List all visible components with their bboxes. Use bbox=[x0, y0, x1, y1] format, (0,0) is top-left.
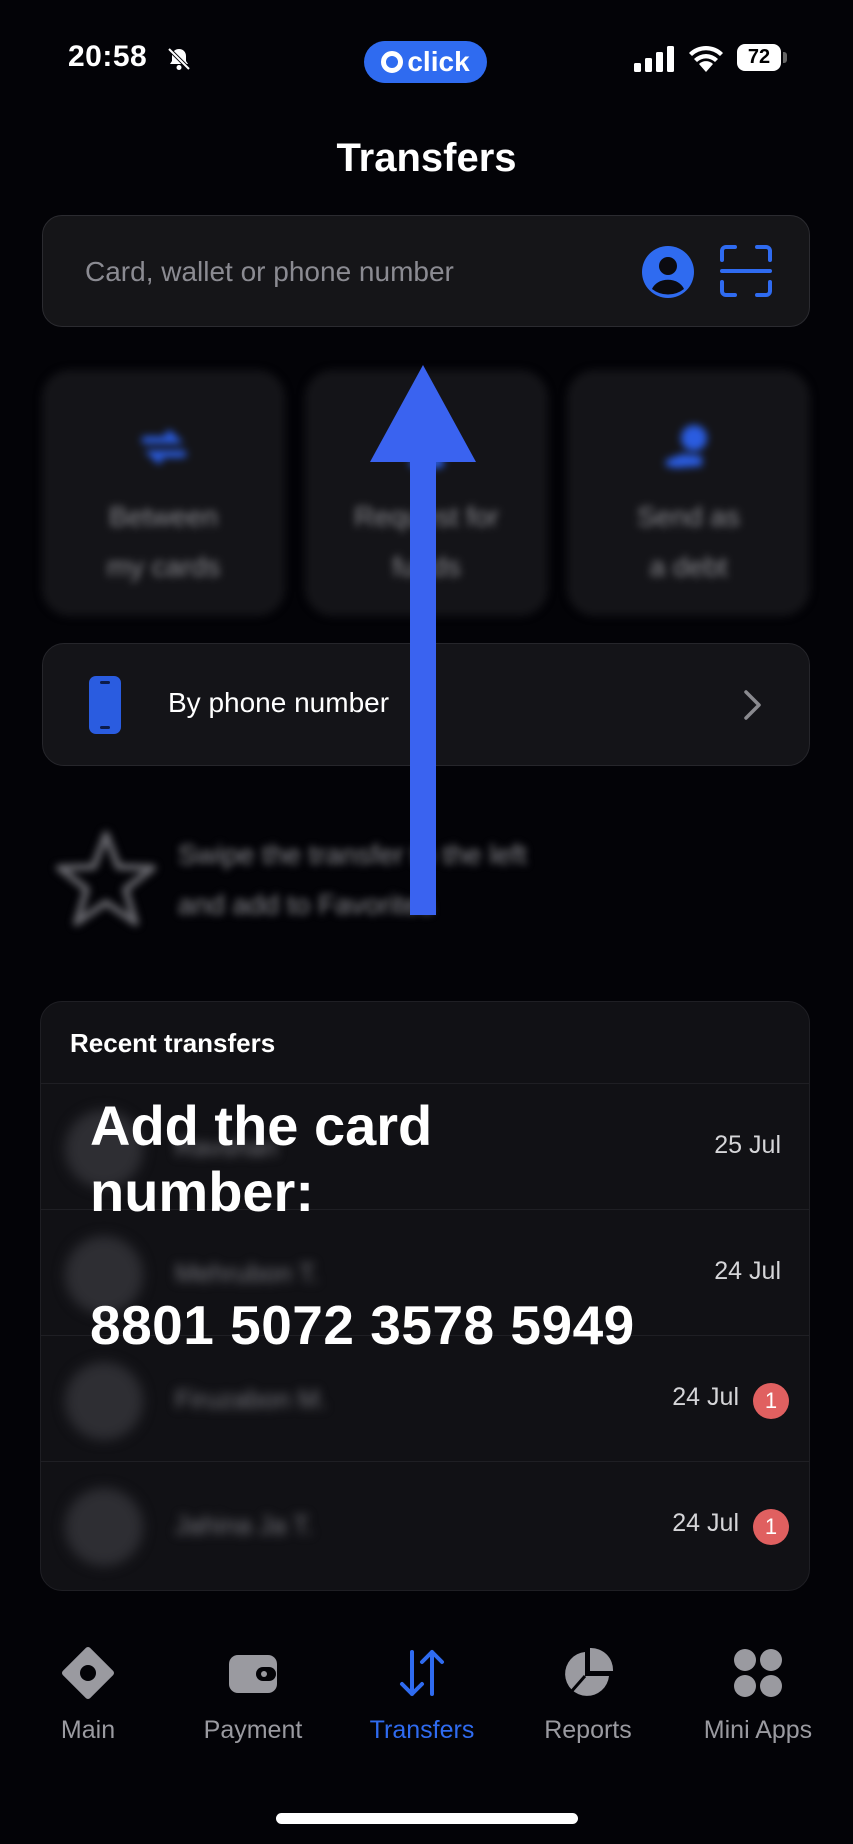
tab-label: Transfers bbox=[369, 1716, 475, 1744]
pie-chart-icon bbox=[565, 1647, 614, 1696]
tab-label: Reports bbox=[544, 1716, 632, 1744]
tab-label: Payment bbox=[203, 1716, 303, 1744]
search-input[interactable] bbox=[85, 252, 645, 292]
wifi-icon bbox=[689, 45, 723, 72]
tile-between-my-cards[interactable]: Between my cards bbox=[42, 370, 285, 616]
battery-icon: 72 bbox=[737, 44, 781, 71]
contact-icon[interactable] bbox=[641, 245, 695, 299]
tile-label: Send as a debt bbox=[637, 501, 740, 582]
tab-label: Mini Apps bbox=[703, 1716, 813, 1744]
tab-payment[interactable]: Payment bbox=[173, 1630, 333, 1750]
overlay-instruction: Add the card number: bbox=[90, 1094, 433, 1223]
transfers-icon bbox=[400, 1650, 444, 1696]
recent-transfers-title: Recent transfers bbox=[70, 1028, 276, 1058]
transfer-date: 24 Jul bbox=[714, 1257, 781, 1285]
recipient-name: Jahina Ja T. bbox=[175, 1510, 314, 1540]
grid-icon bbox=[734, 1649, 782, 1697]
favorites-hint: Swipe the transfer to the left and add t… bbox=[50, 820, 610, 940]
click-app-pill[interactable]: click bbox=[364, 41, 487, 83]
bell-slash-icon bbox=[167, 47, 191, 71]
page-title: Transfers bbox=[336, 136, 517, 180]
tile-send-as-debt[interactable]: Send as a debt bbox=[567, 370, 810, 616]
avatar bbox=[65, 1488, 143, 1566]
star-icon bbox=[56, 831, 156, 926]
search-box[interactable] bbox=[42, 215, 810, 327]
status-bar: 20:58 click 72 bbox=[0, 0, 853, 120]
click-pill-label: click bbox=[407, 46, 470, 77]
tile-label: Between my cards bbox=[106, 501, 221, 582]
tab-main[interactable]: Main bbox=[8, 1630, 168, 1750]
battery-tip bbox=[783, 52, 787, 63]
by-phone-number-label: By phone number bbox=[168, 687, 390, 718]
recipient-name: Firuzabon M. bbox=[175, 1384, 327, 1414]
debt-icon bbox=[665, 425, 707, 468]
transfer-date: 24 Jul bbox=[672, 1509, 739, 1537]
chevron-right-icon bbox=[744, 690, 761, 720]
notification-badge: 1 bbox=[753, 1509, 789, 1545]
phone-icon bbox=[89, 676, 121, 734]
battery-level: 72 bbox=[747, 46, 771, 68]
tab-label: Main bbox=[60, 1716, 116, 1744]
main-icon bbox=[62, 1647, 114, 1699]
tab-transfers[interactable]: Transfers bbox=[342, 1630, 502, 1750]
overlay-card-number: 8801 5072 3578 5949 bbox=[90, 1294, 635, 1356]
tab-bar: Main Payment Transfers Reports Mini Apps bbox=[0, 1630, 853, 1760]
signal-icon bbox=[634, 46, 674, 72]
transfer-date: 24 Jul bbox=[672, 1383, 739, 1411]
recipient-name: Mehrubon T. bbox=[175, 1258, 320, 1288]
notification-badge: 1 bbox=[753, 1383, 789, 1419]
tab-reports[interactable]: Reports bbox=[508, 1630, 668, 1750]
avatar bbox=[65, 1362, 143, 1440]
tab-mini-apps[interactable]: Mini Apps bbox=[678, 1630, 838, 1750]
cards-swap-icon bbox=[141, 430, 186, 464]
wallet-icon bbox=[229, 1655, 277, 1693]
recent-transfer-row[interactable]: Jahina Ja T. 24 Jul 1 bbox=[41, 1461, 809, 1587]
scan-icon[interactable] bbox=[719, 244, 773, 298]
click-logo-icon bbox=[381, 51, 404, 73]
up-arrow-overlay bbox=[370, 365, 476, 915]
home-indicator[interactable] bbox=[276, 1813, 578, 1824]
status-time: 20:58 bbox=[68, 40, 148, 73]
transfer-date: 25 Jul bbox=[714, 1131, 781, 1159]
